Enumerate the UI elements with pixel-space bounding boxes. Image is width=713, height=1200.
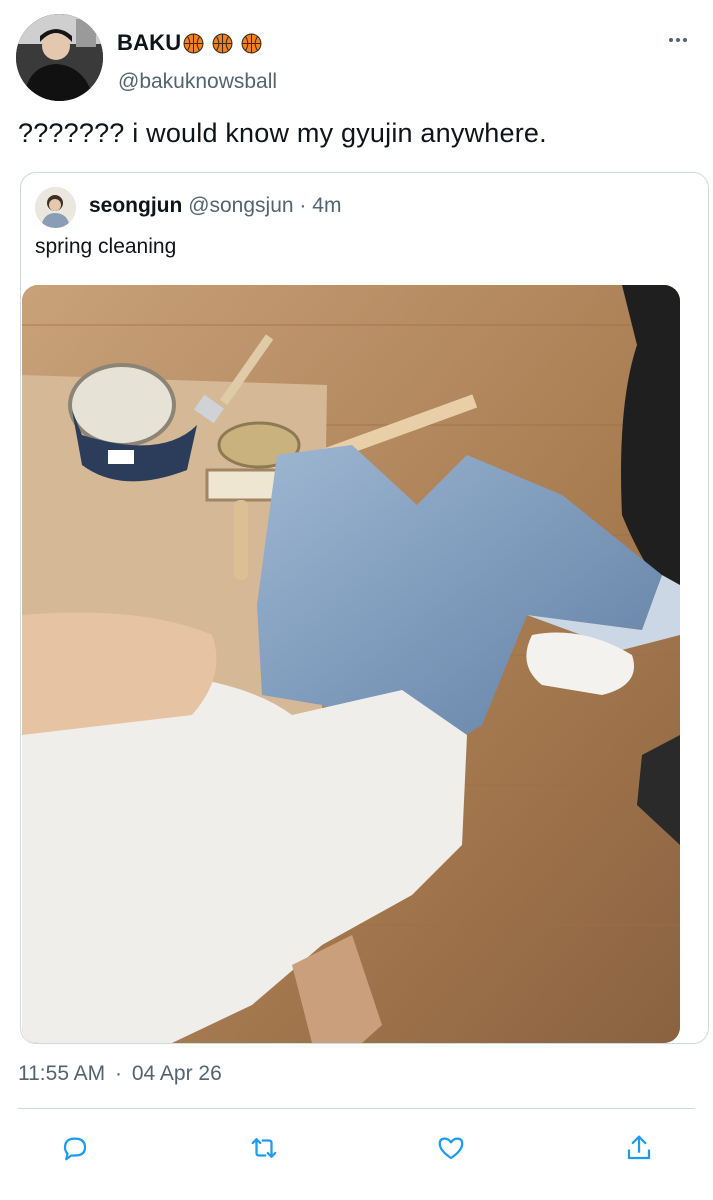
timestamp-separator: · [115,1062,123,1085]
quoted-header: seongjun @songsjun · 4m [89,194,341,218]
reply-icon [63,1137,87,1161]
tweet-timestamp[interactable]: 11:55 AM · 04 Apr 26 [18,1062,222,1086]
quoted-handle[interactable]: @songsjun [188,194,293,217]
basketball-icon [241,33,262,53]
timestamp-time: 11:55 AM [18,1062,106,1085]
retweet-button[interactable] [245,1129,283,1167]
retweet-icon [251,1138,277,1158]
quoted-tweet-card[interactable]: seongjun @songsjun · 4m spring cleaning [20,172,709,1044]
author-name-text: BAKU [117,30,182,55]
author-display-name[interactable]: BAKU [117,30,262,56]
author-avatar[interactable] [16,14,103,101]
quoted-name[interactable]: seongjun [89,194,182,217]
share-button[interactable] [620,1129,658,1167]
quoted-text: spring cleaning [35,235,177,258]
quoted-time[interactable]: 4m [312,194,341,217]
basketball-icon [212,33,233,53]
quoted-photo[interactable] [22,285,680,1043]
like-icon [438,1137,464,1160]
author-handle[interactable]: @bakuknowsball [118,70,277,94]
reply-button[interactable] [56,1129,94,1167]
divider [18,1108,695,1109]
quoted-separator: · [299,194,307,217]
more-options-icon[interactable] [664,30,692,50]
tweet-text: ??????? i would know my gyujin anywhere. [18,118,547,148]
quoted-avatar[interactable] [35,187,76,228]
basketball-icon [183,33,204,53]
timestamp-date: 04 Apr 26 [131,1062,222,1085]
share-icon [627,1135,651,1160]
like-button[interactable] [432,1129,470,1167]
